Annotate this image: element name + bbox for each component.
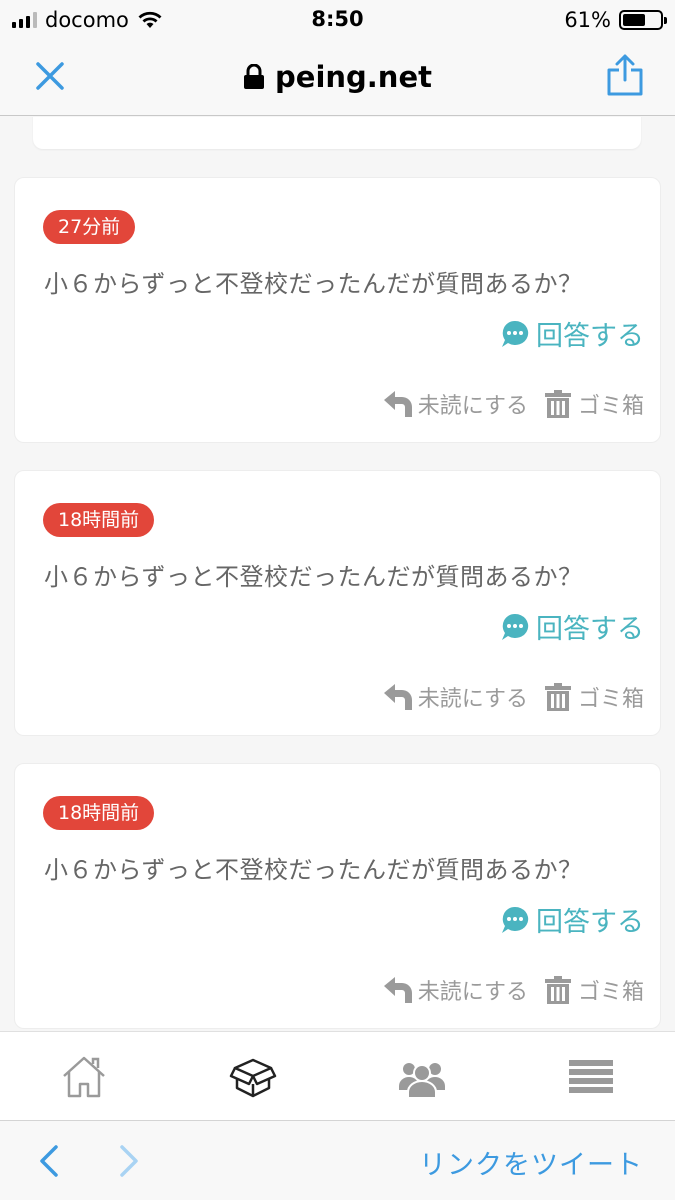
question-card: 18時間前 小６からずっと不登校だったんだが質問あるか？ 回答する 未読にする [14,763,661,1029]
trash-button[interactable]: ゴミ箱 [542,388,644,420]
trash-label: ゴミ箱 [577,394,644,419]
trash-button[interactable]: ゴミ箱 [542,681,644,713]
time-badge: 18時間前 [43,796,155,830]
trash-icon [544,683,571,711]
question-card: 27分前 小６からずっと不登校だったんだが質問あるか？ 回答する 未読にする ゴ… [14,177,661,443]
speech-bubble-icon [502,320,529,347]
mark-unread-button[interactable]: 未読にする [382,388,528,420]
time-badge: 27分前 [43,210,136,244]
tab-bar [0,1031,675,1121]
box-icon[interactable] [229,1054,277,1100]
reply-arrow-icon [383,391,412,417]
browser-bottom-bar: リンクをツイート [0,1121,675,1200]
question-card: 18時間前 小６からずっと不登校だったんだが質問あるか？ 回答する 未読にする [14,470,661,736]
question-list: 27分前 小６からずっと不登校だったんだが質問あるか？ 回答する 未読にする ゴ… [0,117,675,1031]
mark-unread-button[interactable]: 未読にする [382,681,528,713]
trash-label: ゴミ箱 [577,687,644,712]
forward-arrow-icon[interactable] [114,1143,142,1179]
users-icon[interactable] [398,1054,446,1100]
lock-icon [244,64,265,89]
card-actions: 未読にする ゴミ箱 [382,388,644,420]
answer-button[interactable]: 回答する [500,314,644,353]
answer-label: 回答する [536,614,644,645]
battery-percent: 61% [564,8,611,32]
answer-button[interactable]: 回答する [500,607,644,646]
time-badge: 18時間前 [43,503,155,537]
reply-arrow-icon [383,684,412,710]
speech-bubble-icon [502,613,529,640]
reply-arrow-icon [383,977,412,1003]
answer-label: 回答する [536,321,644,352]
question-text: 小６からずっと不登校だったんだが質問あるか？ [44,856,583,884]
trash-label: ゴミ箱 [577,980,644,1005]
menu-icon[interactable] [567,1054,615,1100]
trash-icon [544,390,571,418]
share-icon[interactable] [605,52,645,98]
previous-card [33,117,641,149]
mark-unread-label: 未読にする [417,394,528,419]
battery-fill [623,14,645,26]
tweet-link-button[interactable]: リンクをツイート [419,1143,643,1182]
mark-unread-label: 未読にする [417,980,528,1005]
battery-icon [619,10,667,30]
mark-unread-label: 未読にする [417,687,528,712]
answer-label: 回答する [536,907,644,938]
question-text: 小６からずっと不登校だったんだが質問あるか？ [44,563,583,591]
status-right: 61% [564,8,667,32]
question-text: 小６からずっと不登校だったんだが質問あるか？ [44,270,583,298]
url-text: peing.net [275,60,432,94]
answer-button[interactable]: 回答する [500,900,644,939]
status-bar: docomo 8:50 61% [0,0,675,38]
speech-bubble-icon [502,906,529,933]
mark-unread-button[interactable]: 未読にする [382,974,528,1006]
address-bar[interactable]: peing.net [0,60,675,94]
trash-button[interactable]: ゴミ箱 [542,974,644,1006]
back-arrow-icon[interactable] [36,1143,64,1179]
trash-icon [544,976,571,1004]
home-icon[interactable] [60,1054,108,1100]
card-actions: 未読にする ゴミ箱 [382,681,644,713]
browser-top-bar: peing.net [0,38,675,116]
card-actions: 未読にする ゴミ箱 [382,974,644,1006]
